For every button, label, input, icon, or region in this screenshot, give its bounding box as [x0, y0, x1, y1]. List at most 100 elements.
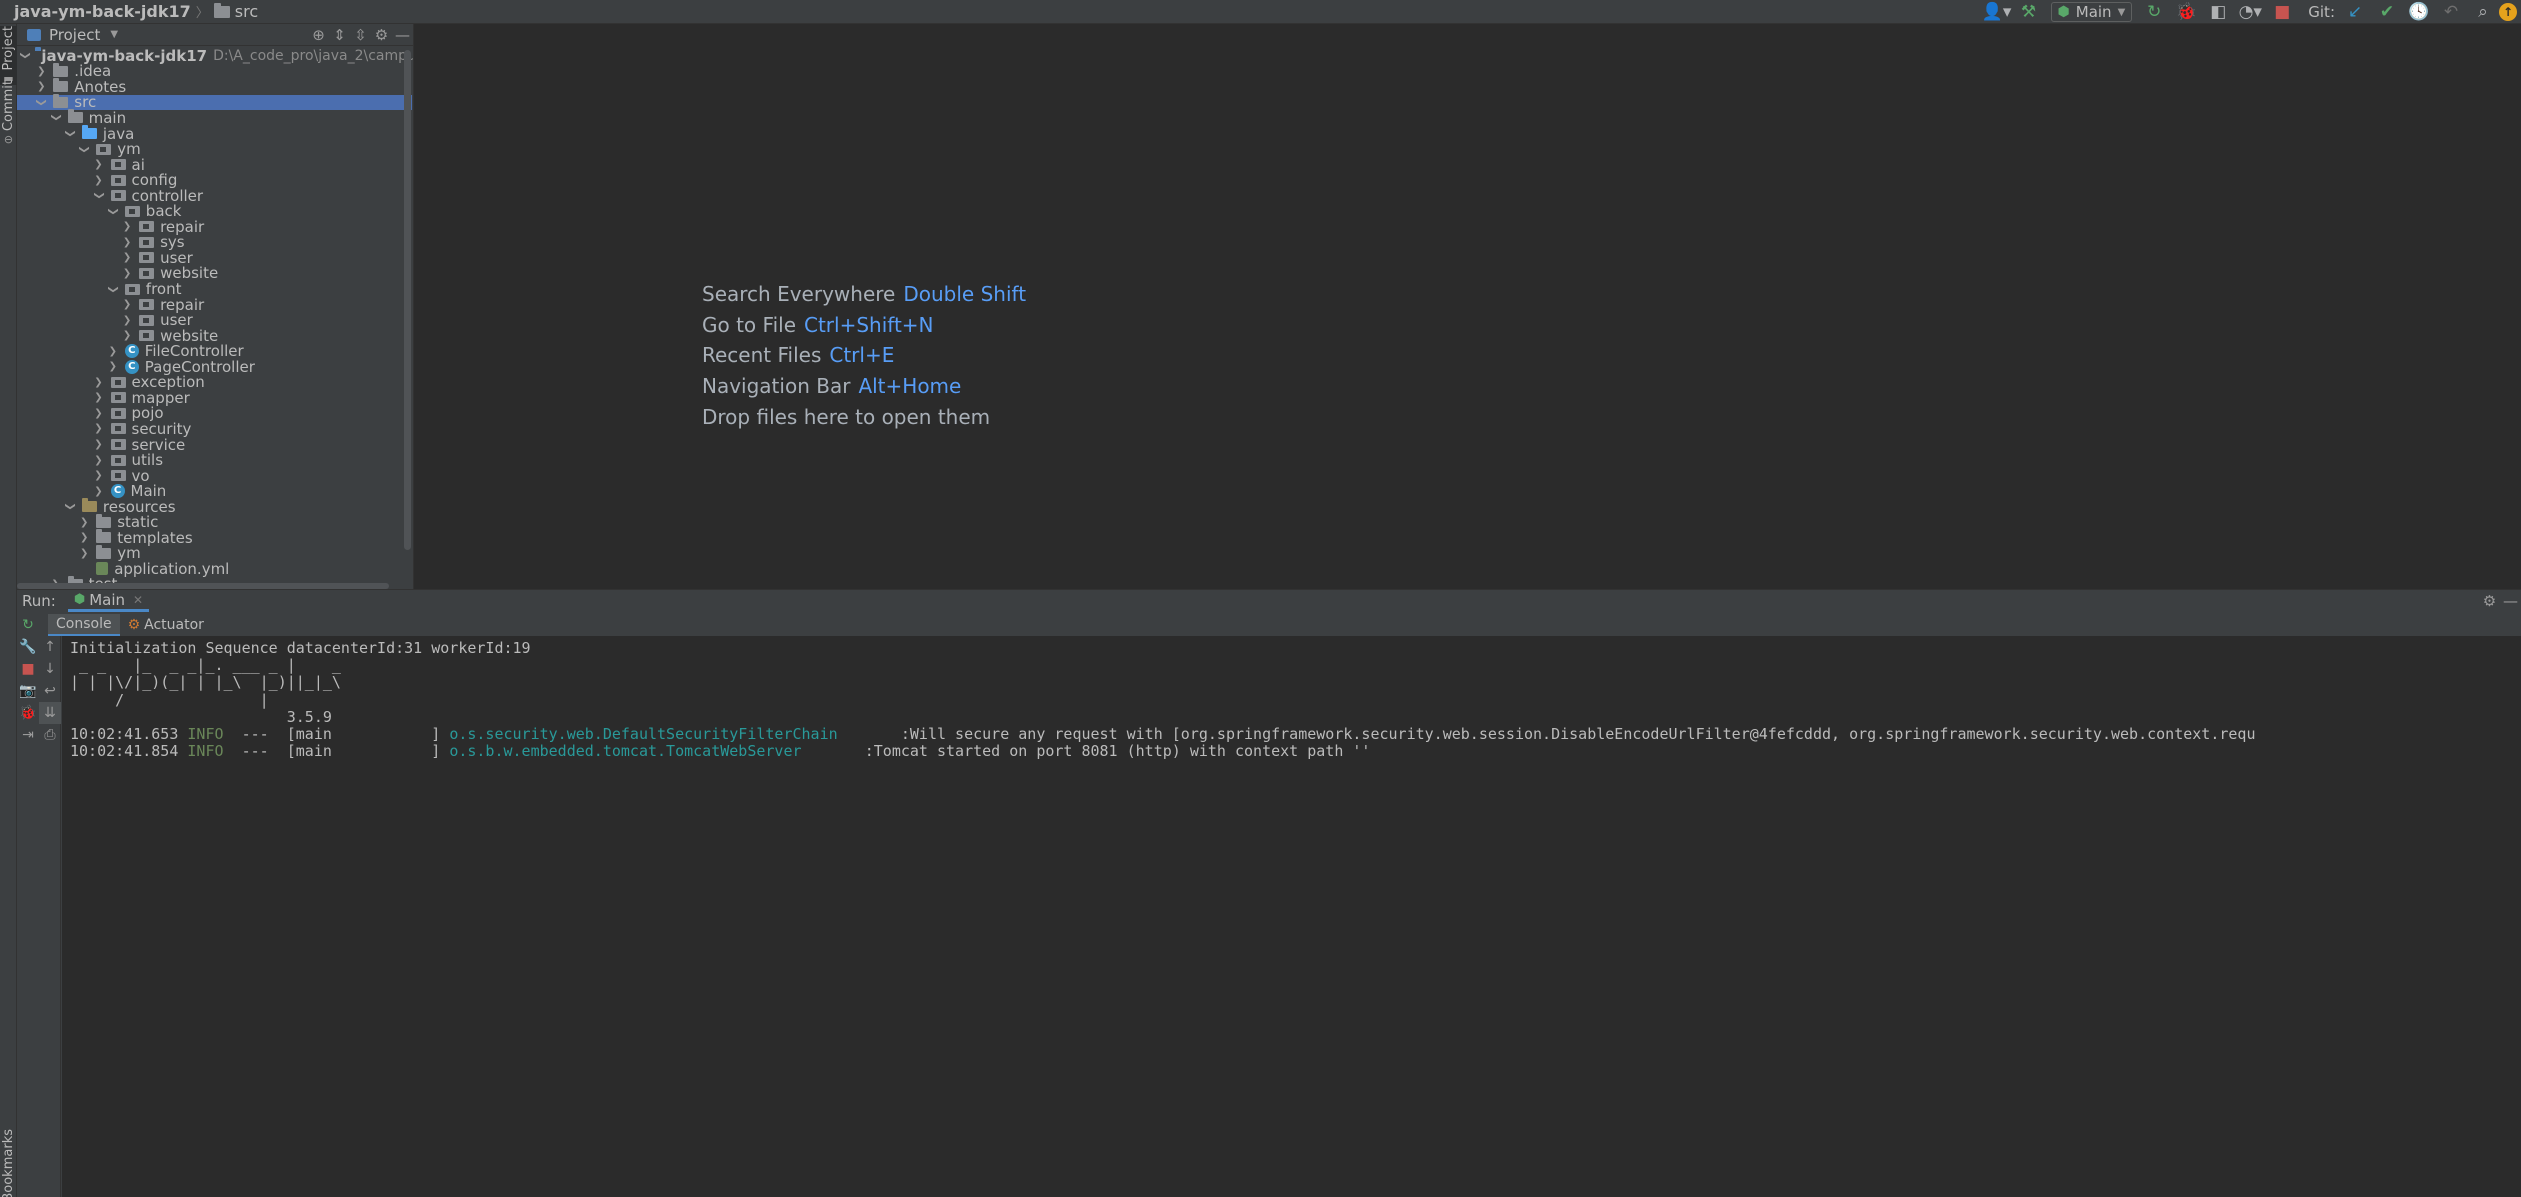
git-history-icon[interactable]: 🕓 [2403, 0, 2435, 24]
tree-row-repair[interactable]: ❯ repair [17, 218, 412, 236]
tree-row-config[interactable]: ❯ config [17, 171, 412, 189]
gear-icon[interactable]: ⚙ [371, 26, 392, 44]
tree-row-filecontroller[interactable]: ❯ C FileController [17, 342, 412, 360]
tree-row-ym[interactable]: ❯ ym [17, 140, 412, 158]
rerun-icon[interactable]: ↻ [17, 614, 39, 636]
chevron-right-icon[interactable]: ❯ [93, 377, 105, 388]
chevron-right-icon[interactable]: ❯ [121, 252, 133, 263]
vertical-scrollbar[interactable] [404, 50, 411, 550]
tree-row-front[interactable]: ❯ front [17, 280, 412, 298]
chevron-right-icon[interactable]: ❯ [93, 455, 105, 466]
tree-row-ai[interactable]: ❯ ai [17, 156, 412, 174]
tree-row-main[interactable]: ❯ main [17, 109, 412, 127]
chevron-right-icon[interactable]: ❯ [121, 330, 133, 341]
chevron-right-icon[interactable]: ❯ [93, 439, 105, 450]
tree-row-java[interactable]: ❯ java [17, 125, 412, 143]
chevron-down-icon[interactable]: ❯ [20, 52, 31, 60]
chevron-right-icon[interactable]: ❯ [93, 159, 105, 170]
chevron-down-icon[interactable]: ❯ [93, 190, 104, 202]
chevron-right-icon[interactable]: ❯ [121, 221, 133, 232]
debug-icon[interactable]: 🐞 [2170, 0, 2202, 24]
tree-row-vo[interactable]: ❯ vo [17, 467, 412, 485]
tool-window-commit[interactable]: Commit ⊖ [0, 80, 17, 146]
print-icon[interactable]: ⎙ [39, 724, 61, 746]
chevron-right-icon[interactable]: ❯ [78, 532, 90, 543]
chevron-right-icon[interactable]: ❯ [121, 299, 133, 310]
gear-icon[interactable]: ⚙ [2479, 592, 2500, 610]
stop-icon[interactable]: ■ [17, 658, 39, 680]
git-rollback-icon[interactable]: ↶ [2435, 0, 2467, 24]
tool-window-bookmarks[interactable]: Bookmarks ▮ [0, 1129, 17, 1197]
camera-icon[interactable]: 📷 [17, 680, 39, 702]
git-update-icon[interactable]: ↙ [2339, 0, 2371, 24]
tab-actuator[interactable]: ⚙ Actuator [120, 614, 212, 636]
project-panel-title[interactable]: Project [49, 26, 100, 44]
tree-row-exception[interactable]: ❯ exception [17, 373, 412, 391]
chevron-right-icon[interactable]: ❯ [35, 66, 47, 77]
scroll-to-end-icon[interactable]: ⇊ [39, 702, 61, 724]
ide-update-icon[interactable]: ↑ [2499, 3, 2517, 21]
tree-row-back[interactable]: ❯ back [17, 202, 412, 220]
chevron-right-icon[interactable]: ❯ [93, 486, 105, 497]
tree-row-java-ym-back-jdk17[interactable]: ❯ java-ym-back-jdk17 D:\A_code_pro\java_2\… [17, 47, 413, 65]
rerun-icon[interactable]: ↻ [2138, 0, 2170, 24]
locate-file-icon[interactable]: ⊕ [308, 26, 329, 44]
tree-row-pojo[interactable]: ❯ pojo [17, 404, 412, 422]
chevron-down-icon[interactable]: ❯ [107, 283, 118, 295]
arrow-down-icon[interactable]: ↓ [39, 658, 61, 680]
chevron-down-icon[interactable]: ▼ [110, 29, 118, 40]
tree-row-pagecontroller[interactable]: ❯ C PageController [17, 358, 412, 376]
exit-icon[interactable]: ⇥ [17, 724, 39, 746]
chevron-down-icon[interactable]: ❯ [64, 128, 75, 140]
tree-row-repair[interactable]: ❯ repair [17, 296, 412, 314]
editor-area[interactable]: Search Everywhere Double Shift Go to File C… [414, 24, 2521, 589]
chevron-right-icon[interactable]: ❯ [78, 548, 90, 559]
chevron-right-icon[interactable]: ❯ [93, 470, 105, 481]
debug-icon[interactable]: 🐞 [17, 702, 39, 724]
chevron-right-icon[interactable]: ❯ [93, 423, 105, 434]
soft-wrap-icon[interactable]: ↩ [39, 680, 61, 702]
breadcrumb-project[interactable]: java-ym-back-jdk17 [14, 2, 191, 21]
run-configuration-selector[interactable]: ⬢ Main ▼ [2050, 2, 2133, 22]
chevron-right-icon[interactable]: ❯ [107, 346, 119, 357]
chevron-right-icon[interactable]: ❯ [78, 517, 90, 528]
tree-row-utils[interactable]: ❯ utils [17, 451, 412, 469]
tree-row-website[interactable]: ❯ website [17, 264, 412, 282]
coverage-icon[interactable]: ◧ [2202, 0, 2234, 24]
run-tab-main[interactable]: ⬢ Main ✕ [67, 590, 150, 612]
chevron-right-icon[interactable]: ❯ [107, 361, 119, 372]
tree-row-main[interactable]: ❯ C Main [17, 482, 412, 500]
tree-row-sys[interactable]: ❯ sys [17, 233, 412, 251]
breadcrumb-folder[interactable]: src [235, 2, 258, 21]
account-icon[interactable]: 👤▾ [1981, 0, 2013, 24]
hide-icon[interactable]: — [2500, 592, 2521, 610]
tree-row-website[interactable]: ❯ website [17, 327, 412, 345]
arrow-up-icon[interactable]: ↑ [39, 636, 61, 658]
hide-icon[interactable]: — [392, 26, 413, 44]
collapse-all-icon[interactable]: ⇳ [350, 26, 371, 44]
chevron-right-icon[interactable]: ❯ [121, 268, 133, 279]
chevron-right-icon[interactable]: ❯ [35, 81, 47, 92]
tree-row-src[interactable]: ❯ src [17, 93, 412, 111]
tree-row-templates[interactable]: ❯ templates [17, 529, 412, 547]
tree-row-ym[interactable]: ❯ ym [17, 544, 412, 562]
tree-row-anotes[interactable]: ❯ Anotes [17, 78, 412, 96]
chevron-right-icon[interactable]: ❯ [93, 408, 105, 419]
tree-row-user[interactable]: ❯ user [17, 249, 412, 267]
tree-row--idea[interactable]: ❯ .idea [17, 62, 412, 80]
chevron-down-icon[interactable]: ❯ [36, 96, 47, 108]
chevron-down-icon[interactable]: ❯ [107, 205, 118, 217]
chevron-right-icon[interactable]: ❯ [121, 237, 133, 248]
chevron-right-icon[interactable]: ❯ [121, 315, 133, 326]
chevron-right-icon[interactable]: ❯ [93, 392, 105, 403]
tree-row-service[interactable]: ❯ service [17, 436, 412, 454]
console-output[interactable]: Initialization Sequence datacenterId:31 … [62, 636, 2521, 1197]
tool-window-project[interactable]: Project ▬ [0, 26, 17, 86]
tree-row-mapper[interactable]: ❯ mapper [17, 389, 412, 407]
search-icon[interactable]: ⌕ [2467, 0, 2499, 24]
profile-icon[interactable]: ◔▾ [2234, 0, 2266, 24]
chevron-right-icon[interactable]: ❯ [93, 175, 105, 186]
tree-row-resources[interactable]: ❯ resources [17, 498, 412, 516]
tree-row-security[interactable]: ❯ security [17, 420, 412, 438]
git-commit-icon[interactable]: ✔ [2371, 0, 2403, 24]
